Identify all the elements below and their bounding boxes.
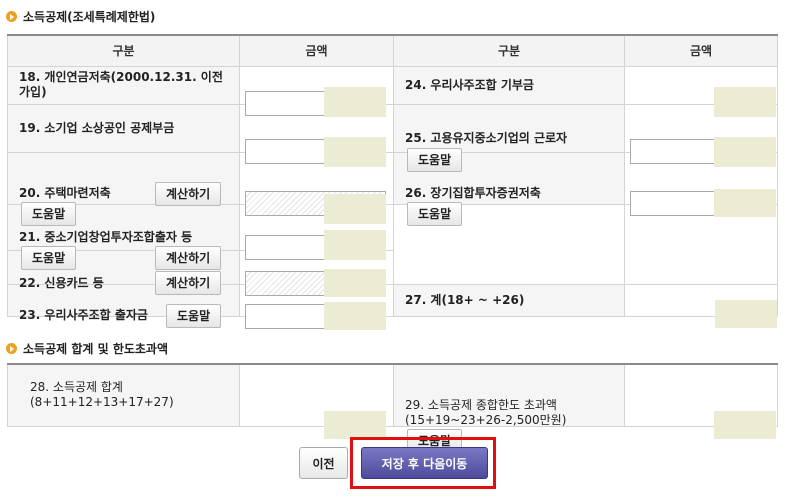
row-20-help-button[interactable]: 도움말 [21, 202, 77, 226]
row-18-label: 18. 개인연금저축(2000.12.31. 이전 가입) [19, 70, 223, 99]
row-18-label-cell: 18. 개인연금저축(2000.12.31. 이전 가입) [7, 65, 240, 105]
section-title-deduction-total: 소득공제 합계 및 한도초과액 [6, 340, 168, 357]
row-28-label: 28. 소득공제 합계(8+11+12+13+17+27) [30, 380, 174, 410]
row-22-masked-value [324, 269, 386, 297]
section-bullet-icon [6, 11, 17, 22]
header-category-left: 구분 [7, 34, 240, 67]
row-24-value-cell [624, 65, 778, 117]
row-20-label-cell: 20. 주택마련저축 계산하기 도움말 [7, 151, 240, 226]
header-amount-left: 금액 [239, 34, 394, 67]
row-18-masked-value [324, 87, 386, 117]
row-24-label-cell: 24. 우리사주조합 기부금 [393, 65, 625, 105]
row-26-masked-value [714, 189, 776, 217]
row-19-label-cell: 19. 소기업 소상공인 공제부금 [7, 103, 240, 153]
row-22-label: 22. 신용카드 등 [19, 276, 104, 290]
section-title-text: 소득공제(조세특례제한법) [23, 10, 156, 24]
row-24-label: 24. 우리사주조합 기부금 [405, 77, 534, 92]
row-29-masked-value [714, 411, 776, 440]
row-27-label-cell: 27. 계(18+ ~ +26) [393, 283, 625, 317]
row-29-label: 29. 소득공제 종합한도 초과액(15+19~23+26-2,500만원) [405, 398, 567, 428]
row-26-help-button[interactable]: 도움말 [407, 202, 463, 226]
section-bullet-icon [6, 343, 17, 354]
row-21-calculate-button[interactable]: 계산하기 [155, 246, 222, 270]
deduction-total-table: 28. 소득공제 합계(8+11+12+13+17+27) 29. 소득공제 종… [7, 363, 778, 454]
row-28-value-cell [239, 363, 394, 440]
section-title-text: 소득공제 합계 및 한도초과액 [23, 342, 169, 356]
row-20-calculate-button[interactable]: 계산하기 [155, 182, 222, 206]
row-23-label: 23. 우리사주조합 출자금 [19, 308, 148, 322]
save-and-next-button[interactable]: 저장 후 다음이동 [361, 447, 488, 479]
row-25-masked-value [714, 137, 776, 167]
row-25-label-cell: 25. 고용유지중소기업의 근로자 도움말 [393, 103, 625, 172]
row-29-value-cell [624, 363, 778, 440]
header-category-right: 구분 [393, 34, 625, 67]
row-27-value-cell [624, 283, 778, 328]
row-28-masked-value [324, 411, 386, 440]
row-27-masked-value [715, 300, 777, 328]
row-29-label-cell: 29. 소득공제 종합한도 초과액(15+19~23+26-2,500만원) 도… [393, 363, 625, 454]
row-20-label: 20. 주택마련저축 [19, 186, 111, 200]
row-23-masked-value [324, 302, 386, 330]
row-27-label: 27. 계(18+ ~ +26) [405, 292, 525, 307]
row-21-label: 21. 중소기업창업투자조합출자 등 [19, 230, 193, 244]
previous-button[interactable]: 이전 [299, 447, 348, 479]
row-26-label: 26. 장기집합투자증권저축 [405, 186, 541, 200]
row-18-value-cell [239, 65, 394, 117]
row-28-label-cell: 28. 소득공제 합계(8+11+12+13+17+27) [7, 363, 240, 427]
header-amount-right: 금액 [624, 34, 778, 67]
row-24-masked-value [714, 87, 776, 117]
row-25-help-button[interactable]: 도움말 [407, 148, 463, 172]
row-25-label: 25. 고용유지중소기업의 근로자 [405, 131, 568, 145]
row-22-calculate-button[interactable]: 계산하기 [155, 271, 222, 295]
row-19-label: 19. 소기업 소상공인 공제부금 [19, 120, 175, 135]
row-21-help-button[interactable]: 도움말 [21, 246, 77, 270]
row-21-masked-value [324, 230, 386, 260]
row-23-help-button[interactable]: 도움말 [166, 304, 222, 328]
income-deduction-table: 구분 금액 구분 금액 18. 개인연금저축(2000.12.31. 이전 가입… [7, 34, 778, 330]
section-title-income-deduction: 소득공제(조세특례제한법) [6, 8, 155, 25]
row-20-masked-value [324, 194, 386, 224]
row-19-masked-value [324, 137, 386, 167]
